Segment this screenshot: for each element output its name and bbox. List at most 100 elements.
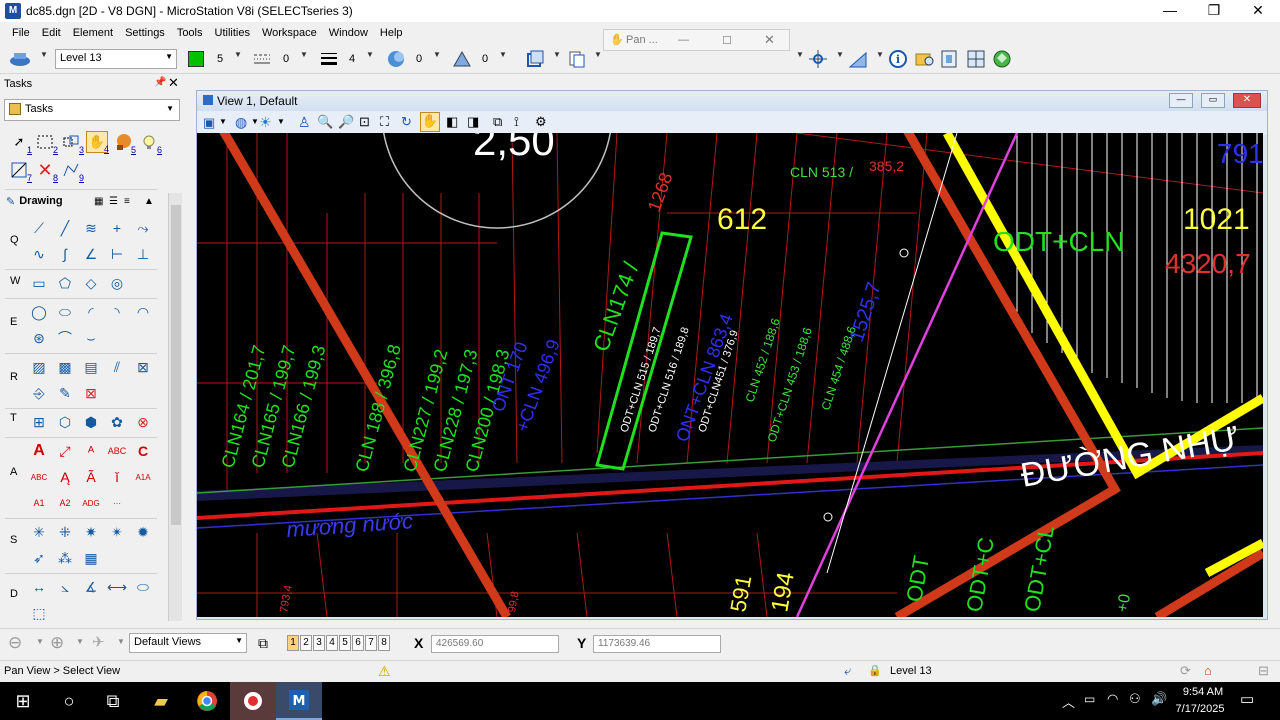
line-weight-icon[interactable] bbox=[320, 48, 340, 70]
menu-utilities[interactable]: Utilities bbox=[209, 27, 256, 39]
move-icon[interactable]: ✳ bbox=[28, 521, 50, 543]
more-dropdown-icon[interactable]: ▼ bbox=[796, 50, 804, 59]
list-view-icon[interactable]: ☰ bbox=[109, 196, 118, 207]
menu-edit[interactable]: Edit bbox=[36, 27, 67, 39]
view-button-7[interactable]: 7 bbox=[365, 635, 377, 651]
table-icon[interactable]: ▦ bbox=[80, 547, 102, 569]
lock-icon[interactable]: 🔒 bbox=[868, 664, 882, 677]
fence-tool-icon[interactable]: 9 bbox=[60, 159, 84, 183]
mirror-icon[interactable]: ✹ bbox=[132, 521, 154, 543]
menu-file[interactable]: File bbox=[6, 27, 36, 39]
copy-dropdown-icon[interactable]: ▼ bbox=[594, 50, 602, 59]
view-button-5[interactable]: 5 bbox=[339, 635, 351, 651]
text-fill-icon[interactable]: A1 bbox=[28, 492, 50, 514]
modify-arc-icon[interactable]: ⊛ bbox=[28, 327, 50, 349]
restore-button[interactable]: ❐ bbox=[1192, 0, 1236, 22]
place-line-icon[interactable]: ╱ bbox=[54, 217, 76, 239]
grid-view-icon[interactable]: ▦ bbox=[94, 196, 103, 207]
change-case-icon[interactable]: C bbox=[132, 440, 154, 462]
pan-dialog-close[interactable]: ✕ bbox=[764, 32, 775, 48]
clip-volume-icon[interactable]: ⟟ bbox=[514, 114, 519, 130]
delete-x-icon[interactable]: ✕ 8 bbox=[34, 159, 58, 184]
construct-angle-icon[interactable]: ∠ bbox=[80, 243, 102, 265]
selection-box-icon[interactable]: 2 bbox=[34, 131, 58, 155]
dimension-element-icon[interactable]: ⟷ bbox=[106, 576, 128, 598]
color-dropdown-icon[interactable]: ▼ bbox=[234, 50, 242, 59]
view-attributes-icon[interactable]: ▣ bbox=[203, 115, 215, 131]
diamond-icon[interactable]: ◇ bbox=[80, 272, 102, 294]
menu-help[interactable]: Help bbox=[374, 27, 409, 39]
view-next-icon[interactable]: ◨ bbox=[467, 114, 479, 130]
folder-search-icon[interactable] bbox=[915, 48, 935, 70]
display-style-dropdown-icon[interactable]: ▼ bbox=[251, 117, 259, 126]
dimension-oval-icon[interactable]: ⬭ bbox=[132, 576, 154, 598]
hatch-icon[interactable]: ▨ bbox=[28, 356, 50, 378]
volume-icon[interactable]: 🔊 bbox=[1151, 691, 1167, 707]
increment-text-icon[interactable]: ǐ bbox=[106, 466, 128, 488]
dimension-linear-icon[interactable]: ↔ bbox=[28, 576, 50, 598]
modify-arc-axis-icon[interactable]: ⌣ bbox=[80, 327, 102, 349]
menu-tools[interactable]: Tools bbox=[171, 27, 209, 39]
pan-tool-settings-dialog[interactable]: ✋ Pan ... — ☐ ✕ bbox=[603, 29, 790, 51]
spell-check-icon[interactable]: ABC bbox=[106, 440, 128, 462]
ellipse-icon[interactable]: ⬭ bbox=[54, 301, 76, 323]
network-icon[interactable]: ⚇ bbox=[1129, 691, 1141, 707]
pan-hand-icon[interactable]: ✋ 4 bbox=[86, 131, 109, 154]
replace-cell-icon[interactable]: ⬢ bbox=[80, 411, 102, 433]
text-enter-icon[interactable]: Ą bbox=[54, 466, 76, 488]
copy-text-icon[interactable]: Ã bbox=[80, 466, 102, 488]
info-icon[interactable]: i bbox=[889, 48, 909, 70]
back-arrow-icon[interactable]: ⊖ bbox=[8, 633, 22, 653]
edit-text-icon[interactable]: ⤢ bbox=[54, 440, 76, 462]
array-icon[interactable]: ➶ bbox=[28, 547, 50, 569]
update-view-icon[interactable]: ♙ bbox=[298, 114, 311, 131]
dimension-angle-icon[interactable]: ⦣ bbox=[54, 576, 76, 598]
element-selection-arrow-icon[interactable]: ➚ 1 bbox=[8, 131, 32, 155]
globe-icon[interactable] bbox=[992, 48, 1012, 70]
copy-view-icon[interactable]: ⧉ bbox=[493, 114, 502, 130]
zoom-in-icon[interactable]: 🔍 bbox=[317, 114, 333, 130]
place-cell-icon[interactable]: ⊞ bbox=[28, 411, 50, 433]
lighting-dropdown-icon[interactable]: ▼ bbox=[277, 117, 285, 126]
cell-selector-icon[interactable]: ⬡ bbox=[54, 411, 76, 433]
modify-arc-radius-icon[interactable]: ⌒ bbox=[54, 327, 76, 349]
polygon-icon[interactable]: ⬠ bbox=[54, 272, 76, 294]
stream-line-icon[interactable]: ⤳ bbox=[132, 217, 154, 239]
snap-lock-icon[interactable]: ⤶ bbox=[844, 663, 851, 679]
search-icon[interactable]: ○ bbox=[46, 682, 92, 720]
rectangle-icon[interactable]: ▭ bbox=[28, 272, 50, 294]
view-attributes-dropdown-icon[interactable]: ▼ bbox=[219, 117, 227, 126]
priority-dropdown-icon[interactable]: ▼ bbox=[499, 50, 507, 59]
close-button[interactable]: ✕ bbox=[1236, 0, 1280, 22]
match-pattern-icon[interactable]: ⎆ bbox=[28, 382, 50, 404]
line-style-icon[interactable] bbox=[253, 48, 273, 70]
circle-target-icon[interactable]: ◎ bbox=[106, 272, 128, 294]
circle-icon[interactable]: ◯ bbox=[28, 301, 50, 323]
view-button-2[interactable]: 2 bbox=[300, 635, 312, 651]
bisector-icon[interactable]: ⊥ bbox=[132, 243, 154, 265]
multiline-icon[interactable]: ≋ bbox=[80, 217, 102, 239]
view-button-4[interactable]: 4 bbox=[326, 635, 338, 651]
rotate-icon[interactable]: ✷ bbox=[80, 521, 102, 543]
text-node-icon[interactable]: ABC bbox=[28, 466, 50, 488]
wifi-icon[interactable]: ◠ bbox=[1107, 691, 1118, 707]
crosshatch-icon[interactable]: ▩ bbox=[54, 356, 76, 378]
view-close-button[interactable]: ✕ bbox=[1233, 93, 1261, 108]
navigation-dropdown-icon[interactable]: ▼ bbox=[117, 637, 125, 646]
view-button-8[interactable]: 8 bbox=[378, 635, 390, 651]
arc-icon[interactable]: ◜ bbox=[80, 301, 102, 323]
element-selection-icon[interactable] bbox=[526, 48, 546, 70]
dimension-arc-icon[interactable]: ∡ bbox=[80, 576, 102, 598]
weight-dropdown-icon[interactable]: ▼ bbox=[366, 50, 374, 59]
view-minimize-button[interactable]: — bbox=[1169, 93, 1193, 108]
define-cell-icon[interactable]: ✿ bbox=[106, 411, 128, 433]
tasks-scrollbar-thumb[interactable] bbox=[171, 205, 181, 525]
transparency-dropdown-icon[interactable]: ▼ bbox=[433, 50, 441, 59]
text-dotted-icon[interactable]: ⋯ bbox=[106, 492, 128, 514]
fit-view-icon[interactable]: ⛶ bbox=[380, 114, 389, 130]
notifications-icon[interactable]: ▭ bbox=[1240, 690, 1254, 708]
window-area-icon[interactable]: ⊡ bbox=[359, 114, 370, 130]
view-maximize-button[interactable]: ▭ bbox=[1201, 93, 1225, 108]
drop-cell-icon[interactable]: ⊗ bbox=[132, 411, 154, 433]
scale-element-icon[interactable]: ✴ bbox=[106, 521, 128, 543]
